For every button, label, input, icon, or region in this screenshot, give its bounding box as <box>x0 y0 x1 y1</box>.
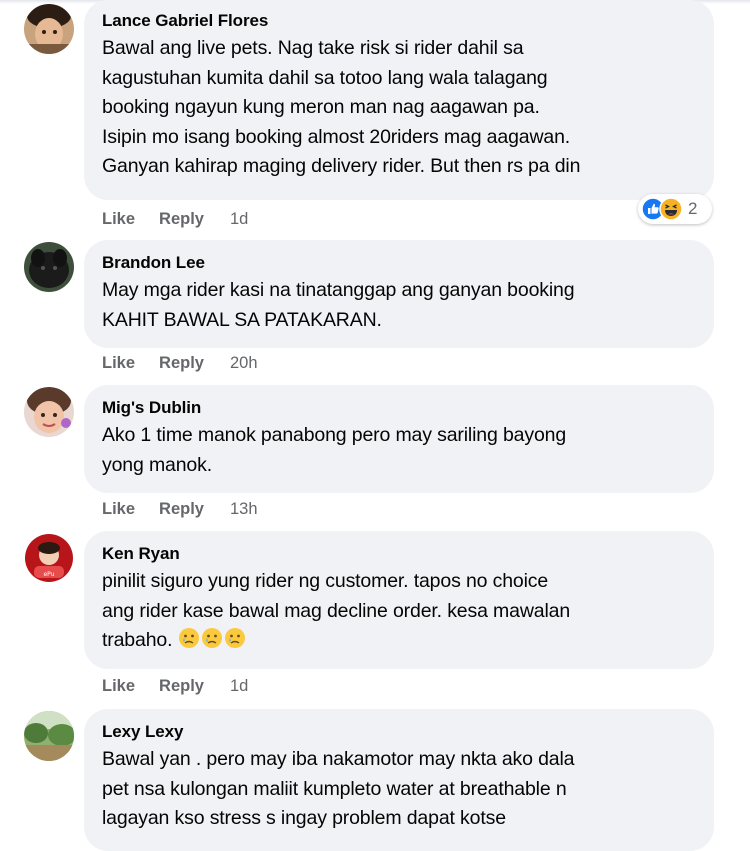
avatar[interactable]: ePu <box>24 533 74 583</box>
comment-timestamp[interactable]: 1d <box>230 675 248 697</box>
comment-bubble: Ken Ryan pinilit siguro yung rider ng cu… <box>84 531 714 669</box>
haha-icon <box>659 197 683 221</box>
comment-actions: Like Reply 20h <box>102 352 258 374</box>
comment-author[interactable]: Brandon Lee <box>102 252 696 274</box>
reply-button[interactable]: Reply <box>159 675 204 697</box>
avatar[interactable] <box>24 4 74 54</box>
comment-bubble: Lance Gabriel Flores Bawal ang live pets… <box>84 0 714 200</box>
reply-button[interactable]: Reply <box>159 208 204 230</box>
comment-text: pinilit siguro yung rider ng customer. t… <box>102 567 696 656</box>
reaction-count: 2 <box>688 199 698 218</box>
comment-actions: Like Reply 1d <box>102 675 248 697</box>
avatar[interactable] <box>24 242 74 292</box>
comment-text: Bawal yan . pero may iba nakamotor may n… <box>102 748 575 829</box>
comment-bubble: Brandon Lee May mga rider kasi na tinata… <box>84 240 714 348</box>
svg-text:ePu: ePu <box>43 571 54 578</box>
comment-author[interactable]: Lexy Lexy <box>102 721 696 743</box>
comment-timestamp[interactable]: 13h <box>230 498 258 520</box>
comment-text: May mga rider kasi na tinatanggap ang ga… <box>102 279 575 331</box>
comment-actions: Like Reply 1d <box>102 208 248 230</box>
sad-tear-emoji <box>224 628 245 648</box>
comment-author[interactable]: Lance Gabriel Flores <box>102 10 696 32</box>
comment-timestamp[interactable]: 1d <box>230 208 248 230</box>
avatar[interactable] <box>24 387 74 437</box>
sad-tear-emoji <box>201 628 222 648</box>
like-button[interactable]: Like <box>102 498 135 520</box>
comment-bubble: Mig's Dublin Ako 1 time manok panabong p… <box>84 385 714 493</box>
like-button[interactable]: Like <box>102 208 135 230</box>
comment-text: Ako 1 time manok panabong pero may saril… <box>102 424 567 476</box>
comment-text: Bawal ang live pets. Nag take risk si ri… <box>102 37 581 177</box>
comment-bubble: Lexy Lexy Bawal yan . pero may iba nakam… <box>84 709 714 851</box>
like-button[interactable]: Like <box>102 675 135 697</box>
reply-button[interactable]: Reply <box>159 352 204 374</box>
comment-timestamp[interactable]: 20h <box>230 352 258 374</box>
comment-actions: Like Reply 13h <box>102 498 258 520</box>
comment-author[interactable]: Ken Ryan <box>102 543 696 565</box>
like-button[interactable]: Like <box>102 352 135 374</box>
comment-text-body: pinilit siguro yung rider ng customer. t… <box>102 570 571 651</box>
sad-tear-emoji <box>178 628 199 648</box>
reaction-summary[interactable]: 2 <box>638 194 712 224</box>
reply-button[interactable]: Reply <box>159 498 204 520</box>
comment-author[interactable]: Mig's Dublin <box>102 397 696 419</box>
avatar[interactable] <box>24 711 74 761</box>
